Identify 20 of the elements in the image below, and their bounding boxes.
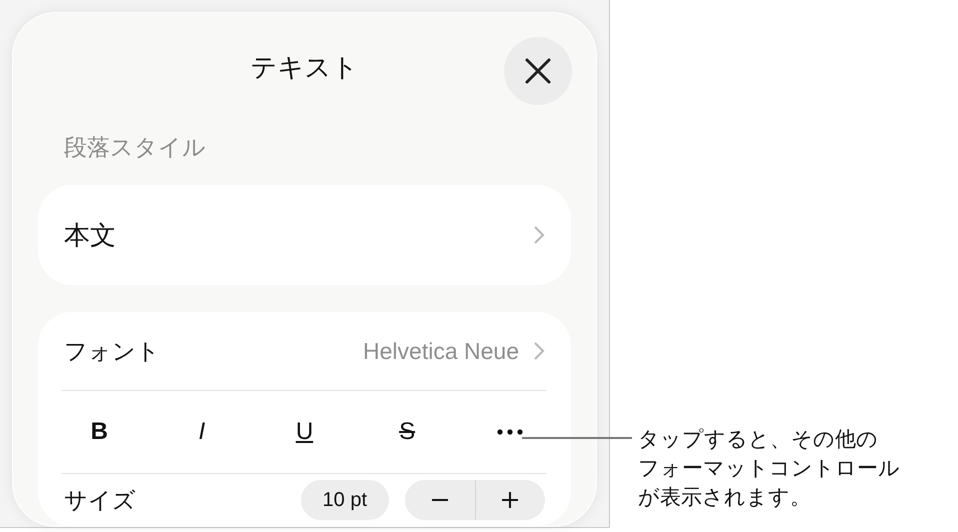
plus-icon bbox=[502, 492, 518, 508]
italic-button[interactable]: I bbox=[172, 410, 232, 454]
callout-text: タップすると、その他の bbox=[638, 427, 879, 453]
paragraph-style-value: 本文 bbox=[64, 218, 116, 252]
strike-button[interactable]: S bbox=[377, 410, 438, 454]
callout-text: が表示されます。 bbox=[638, 485, 812, 511]
chevron-right-icon bbox=[533, 341, 545, 361]
size-label: サイズ bbox=[64, 486, 136, 514]
section-label: 段落スタイル bbox=[64, 133, 207, 162]
close-icon bbox=[524, 57, 552, 85]
size-value[interactable]: 10 pt bbox=[300, 480, 389, 520]
font-label: フォント bbox=[64, 336, 160, 366]
bold-button[interactable]: B bbox=[69, 410, 130, 454]
chevron-right-icon bbox=[533, 225, 545, 245]
minus-icon bbox=[432, 499, 448, 501]
more-icon bbox=[496, 429, 523, 435]
underline-button[interactable]: U bbox=[274, 410, 334, 454]
paragraph-style-card[interactable]: 本文 bbox=[38, 185, 571, 285]
callout-text: フォーマットコントロール bbox=[638, 456, 901, 482]
panel-title: テキスト bbox=[250, 51, 358, 84]
